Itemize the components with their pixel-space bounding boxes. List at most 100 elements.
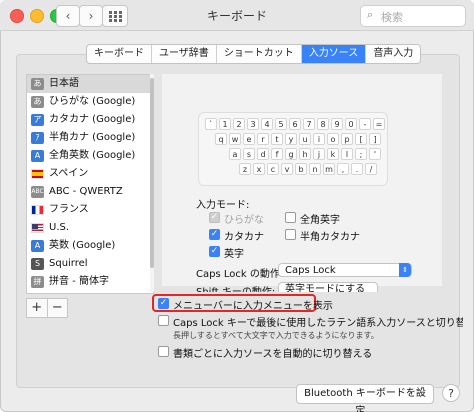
key: d <box>257 148 269 160</box>
key: - <box>359 118 371 130</box>
key: c <box>267 163 279 175</box>
scrollbar-thumb[interactable] <box>150 78 154 268</box>
list-item-label: 日本語 <box>49 78 79 89</box>
key: j <box>313 148 325 160</box>
add-source-button[interactable]: + <box>27 299 48 317</box>
list-scrollbar[interactable] <box>150 74 154 292</box>
key: h <box>299 148 311 160</box>
tab-shortcuts[interactable]: ショートカット <box>217 45 302 63</box>
key: t <box>271 133 283 145</box>
list-add-remove-bar: + − <box>26 298 68 318</box>
mode-romaji-label: 英字 <box>224 249 244 260</box>
input-modes-title: 入力モード: <box>196 200 250 211</box>
key: e <box>243 133 255 145</box>
key: x <box>253 163 265 175</box>
list-item-label: U.S. <box>49 222 70 233</box>
list-item[interactable]: ア カタカナ (Google) <box>27 111 151 129</box>
key: k <box>327 148 339 160</box>
key: ` <box>205 118 217 130</box>
keyboard-row: z x c v b n m , . / <box>239 163 379 176</box>
mode-romaji-checkbox[interactable]: ✓ <box>209 246 220 257</box>
key: ' <box>369 148 381 160</box>
fullwidth-alphanumeric-icon: A <box>31 150 44 162</box>
bluetooth-keyboard-button[interactable]: Bluetooth キーボードを設定... <box>296 384 434 412</box>
search-field[interactable]: ⌕ 検索 <box>360 5 466 27</box>
auto-switch-label: 書類ごとに入力ソースを自動的に切り替える <box>173 349 373 360</box>
mode-fullwidth-roman-checkbox[interactable] <box>285 212 296 223</box>
spain-flag-icon <box>31 169 44 179</box>
list-item[interactable]: U.S. <box>27 219 151 237</box>
key: u <box>299 133 311 145</box>
key: g <box>285 148 297 160</box>
input-source-list[interactable]: あ 日本語 あ ひらがな (Google) ア カタカナ (Google) ｱ … <box>26 74 154 294</box>
chevron-updown-icon: ⇕ <box>399 263 411 277</box>
shift-key-popup[interactable]: 英字モードにする <box>278 282 378 292</box>
list-item-label: 拼音 - 簡体字 <box>49 276 109 287</box>
caps-lock-label: Caps Lock の動作: <box>196 269 284 280</box>
caps-lock-value: Caps Lock <box>285 265 336 276</box>
mode-hiragana-checkbox: ✓ <box>209 212 220 223</box>
key: / <box>365 163 377 175</box>
alphanumeric-icon: A <box>31 240 44 252</box>
key: 7 <box>303 118 315 130</box>
keyboard-row: q w e r t y u i o p [ ] <box>215 133 383 146</box>
shift-key-value: 英字モードにする <box>285 284 366 292</box>
key: 8 <box>317 118 329 130</box>
key: o <box>327 133 339 145</box>
list-item[interactable]: あ 日本語 <box>27 75 151 93</box>
key: 1 <box>219 118 231 130</box>
list-item-label: 半角カナ (Google) <box>49 132 136 143</box>
key: i <box>313 133 325 145</box>
key: ; <box>355 148 367 160</box>
list-item[interactable]: A 全角英数 (Google) <box>27 147 151 165</box>
list-item[interactable]: あ ひらがな (Google) <box>27 93 151 111</box>
mode-halfwidth-katakana-checkbox[interactable] <box>285 229 296 240</box>
list-item[interactable]: ABC ABC - QWERTZ <box>27 183 151 201</box>
key: 3 <box>247 118 259 130</box>
key: = <box>373 118 385 130</box>
list-item[interactable]: スペイン <box>27 165 151 183</box>
key: y <box>285 133 297 145</box>
list-item[interactable]: ｱ 半角カナ (Google) <box>27 129 151 147</box>
caps-lock-switch-checkbox[interactable] <box>158 315 169 326</box>
list-item[interactable]: 拼 拼音 - 簡体字 <box>27 273 151 291</box>
tab-user-dictionary[interactable]: ユーザ辞書 <box>152 45 217 63</box>
list-item-label: 英数 (Google) <box>49 240 116 251</box>
france-flag-icon <box>31 205 44 215</box>
key: s <box>243 148 255 160</box>
keyboard-layout-preview: ` 1 2 3 4 5 6 7 8 9 0 - = q w e r t y u … <box>198 112 388 186</box>
key: b <box>295 163 307 175</box>
key: q <box>215 133 227 145</box>
key: l <box>341 148 353 160</box>
list-item-label: フランス <box>49 204 89 215</box>
mode-halfwidth-katakana-label: 半角カタカナ <box>300 232 360 243</box>
auto-switch-checkbox[interactable] <box>158 346 169 357</box>
key: n <box>309 163 321 175</box>
mode-katakana-checkbox[interactable]: ✓ <box>209 229 220 240</box>
key: 6 <box>289 118 301 130</box>
squirrel-icon: S <box>31 258 44 270</box>
show-input-menu-checkbox[interactable]: ✓ <box>158 298 169 309</box>
help-button[interactable]: ? <box>442 384 460 402</box>
tab-keyboard[interactable]: キーボード <box>87 45 152 63</box>
katakana-icon: ア <box>31 114 44 126</box>
key: 2 <box>233 118 245 130</box>
list-item-label: ひらがな (Google) <box>49 96 136 107</box>
remove-source-button[interactable]: − <box>48 299 68 317</box>
list-item-label: カタカナ (Google) <box>49 114 136 125</box>
key: , <box>337 163 349 175</box>
caps-lock-popup[interactable]: Caps Lock ⇕ <box>278 263 412 277</box>
keyboard-row: a s d f g h j k l ; ' <box>229 148 383 161</box>
shift-key-label: Shift キーの動作: <box>196 283 275 292</box>
search-placeholder: 検索 <box>381 11 403 24</box>
key: m <box>323 163 335 175</box>
tab-input-sources[interactable]: 入力ソース <box>301 45 367 63</box>
list-item[interactable]: フランス <box>27 201 151 219</box>
caps-lock-switch-note: 長押しするとすべて大文字で入力できるようになります。 <box>173 331 379 340</box>
preferences-window: ‹ › キーボード ⌕ 検索 キーボード ユーザ辞書 ショートカット 入力ソース… <box>0 0 474 412</box>
list-item[interactable]: A 英数 (Google) <box>27 237 151 255</box>
list-item-label: Squirrel <box>49 258 88 269</box>
list-item[interactable]: S Squirrel <box>27 255 151 273</box>
key: 0 <box>345 118 357 130</box>
tab-dictation[interactable]: 音声入力 <box>366 45 420 63</box>
